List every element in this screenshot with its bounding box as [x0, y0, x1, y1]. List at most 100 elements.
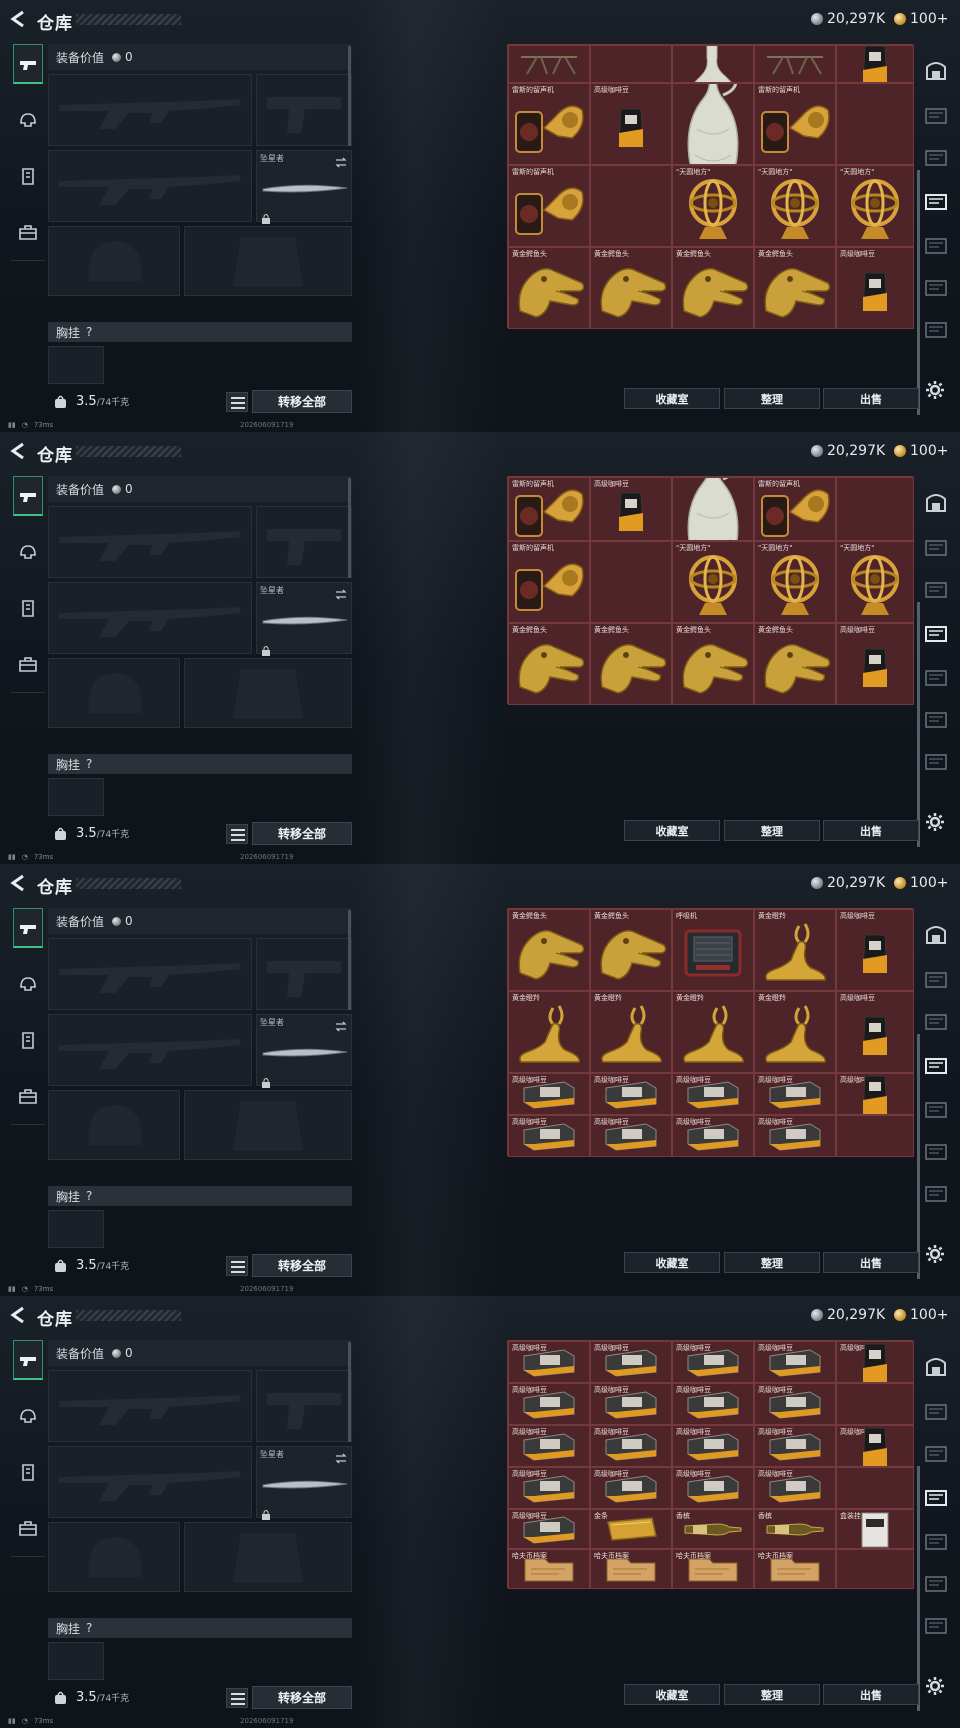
- sell-button[interactable]: 出售: [823, 820, 919, 841]
- tab-armor[interactable]: [13, 532, 43, 572]
- storage-scrollbar[interactable]: [917, 602, 920, 847]
- storage-cell[interactable]: 高级咖啡豆: [590, 477, 672, 541]
- storage-cell[interactable]: 高级咖啡豆: [836, 1073, 914, 1115]
- melee-slot[interactable]: 坠星者: [256, 1014, 352, 1088]
- tab-storage-5[interactable]: [924, 706, 948, 730]
- storage-cell[interactable]: 雷斯的留声机: [508, 83, 590, 165]
- tab-storage-3[interactable]: [924, 620, 948, 644]
- list-view-button[interactable]: [226, 824, 248, 844]
- swap-icon[interactable]: [335, 153, 347, 172]
- storage-cell[interactable]: 黄金瞪羚: [590, 991, 672, 1073]
- tab-weapons[interactable]: [13, 476, 43, 516]
- pistol-slot[interactable]: [256, 1370, 352, 1442]
- secondary-weapon-slot[interactable]: [48, 1014, 252, 1086]
- storage-cell[interactable]: 黄金鳄鱼头: [672, 247, 754, 329]
- tab-storage-2[interactable]: [924, 1440, 948, 1464]
- storage-cell[interactable]: 黄金鳄鱼头: [590, 247, 672, 329]
- gear-icon[interactable]: [925, 380, 945, 400]
- storage-cell[interactable]: 雷斯的留声机: [508, 477, 590, 541]
- storage-cell[interactable]: [672, 83, 754, 165]
- collection-room-button[interactable]: 收藏室: [624, 1684, 720, 1705]
- list-view-button[interactable]: [226, 1256, 248, 1276]
- melee-slot[interactable]: 坠星者: [256, 582, 352, 656]
- storage-cell[interactable]: 高级咖啡豆: [836, 909, 914, 991]
- tab-storage-4[interactable]: [924, 232, 948, 256]
- tab-armor[interactable]: [13, 100, 43, 140]
- storage-cell[interactable]: 黄金鳄鱼头: [508, 247, 590, 329]
- storage-cell[interactable]: 黄金鳄鱼头: [508, 909, 590, 991]
- tab-weapons[interactable]: [13, 44, 43, 84]
- storage-cell[interactable]: 高级咖啡豆: [508, 1425, 590, 1467]
- storage-cell[interactable]: 雷斯的留声机: [754, 83, 836, 165]
- storage-cell[interactable]: 高级咖啡豆: [590, 1383, 672, 1425]
- storage-cell[interactable]: [836, 1383, 914, 1425]
- tab-weapons[interactable]: [13, 908, 43, 948]
- collection-room-button[interactable]: 收藏室: [624, 388, 720, 409]
- storage-cell[interactable]: [836, 1549, 914, 1589]
- tab-storage-4[interactable]: [924, 1528, 948, 1552]
- secondary-weapon-slot[interactable]: [48, 582, 252, 654]
- sort-button[interactable]: 整理: [724, 1252, 820, 1273]
- tab-armor[interactable]: [13, 1396, 43, 1436]
- chest-rig-slot[interactable]: [48, 1642, 104, 1680]
- storage-cell[interactable]: 高级咖啡豆: [836, 1341, 914, 1383]
- back-arrow-icon[interactable]: [9, 9, 27, 29]
- sort-button[interactable]: 整理: [724, 1684, 820, 1705]
- storage-cell[interactable]: 高级咖啡豆: [590, 1341, 672, 1383]
- body-armor-slot[interactable]: [184, 226, 352, 296]
- gold-currency[interactable]: 100+: [894, 10, 948, 28]
- chest-rig-bar[interactable]: 胸挂 ?: [48, 322, 352, 342]
- tab-vest[interactable]: [13, 1452, 43, 1492]
- gear-icon[interactable]: [925, 1676, 945, 1696]
- storage-cell[interactable]: [590, 45, 672, 83]
- storage-scrollbar[interactable]: [917, 170, 920, 415]
- body-armor-slot[interactable]: [184, 1090, 352, 1160]
- help-icon[interactable]: ?: [86, 1621, 92, 1635]
- storage-cell[interactable]: 呼吸机: [672, 909, 754, 991]
- storage-cell[interactable]: [836, 1115, 914, 1157]
- storage-cell[interactable]: 高级咖啡豆: [836, 247, 914, 329]
- storage-cell[interactable]: 哈夫币档案: [590, 1549, 672, 1589]
- tab-storage-5[interactable]: [924, 1570, 948, 1594]
- swap-icon[interactable]: [335, 1449, 347, 1468]
- storage-cell[interactable]: 黄金鳄鱼头: [672, 623, 754, 705]
- tab-safe[interactable]: [924, 1354, 948, 1378]
- storage-cell[interactable]: 高级咖啡豆: [590, 83, 672, 165]
- back-arrow-icon[interactable]: [9, 1305, 27, 1325]
- transfer-all-button[interactable]: 转移全部: [252, 1686, 352, 1709]
- storage-cell[interactable]: 高级咖啡豆: [672, 1115, 754, 1157]
- melee-slot[interactable]: 坠星者: [256, 1446, 352, 1520]
- primary-weapon-slot[interactable]: [48, 74, 252, 146]
- tab-safe[interactable]: [924, 490, 948, 514]
- chest-rig-bar[interactable]: 胸挂 ?: [48, 1618, 352, 1638]
- storage-cell[interactable]: 高级咖啡豆: [590, 1073, 672, 1115]
- transfer-all-button[interactable]: 转移全部: [252, 390, 352, 413]
- tab-backpack[interactable]: [13, 1508, 43, 1548]
- storage-cell[interactable]: 雷斯的留声机: [508, 541, 590, 623]
- secondary-weapon-slot[interactable]: [48, 150, 252, 222]
- storage-cell[interactable]: 黄金鳄鱼头: [754, 623, 836, 705]
- swap-icon[interactable]: [335, 1017, 347, 1036]
- storage-cell[interactable]: 高级咖啡豆: [836, 623, 914, 705]
- storage-cell[interactable]: 黄金瞪羚: [508, 991, 590, 1073]
- list-view-button[interactable]: [226, 392, 248, 412]
- storage-cell[interactable]: 高级咖啡豆: [754, 1341, 836, 1383]
- primary-weapon-slot[interactable]: [48, 1370, 252, 1442]
- storage-cell[interactable]: 香槟: [754, 1509, 836, 1549]
- storage-cell[interactable]: 高级咖啡豆: [672, 1467, 754, 1509]
- tab-storage-6[interactable]: [924, 1180, 948, 1204]
- storage-cell[interactable]: 哈夫币档案: [508, 1549, 590, 1589]
- sell-button[interactable]: 出售: [823, 1252, 919, 1273]
- pistol-slot[interactable]: [256, 74, 352, 146]
- storage-cell[interactable]: 高级咖啡豆: [754, 1467, 836, 1509]
- help-icon[interactable]: ?: [86, 757, 92, 771]
- storage-cell[interactable]: 高级咖啡豆: [754, 1115, 836, 1157]
- storage-cell[interactable]: 香槟: [672, 1509, 754, 1549]
- storage-cell[interactable]: 高级咖啡豆: [754, 1383, 836, 1425]
- storage-cell[interactable]: 哈夫币档案: [672, 1549, 754, 1589]
- chest-rig-bar[interactable]: 胸挂 ?: [48, 1186, 352, 1206]
- tab-storage-3[interactable]: [924, 1484, 948, 1508]
- tab-vest[interactable]: [13, 588, 43, 628]
- storage-cell[interactable]: "天圆地方": [836, 541, 914, 623]
- storage-cell[interactable]: 黄金鳄鱼头: [590, 623, 672, 705]
